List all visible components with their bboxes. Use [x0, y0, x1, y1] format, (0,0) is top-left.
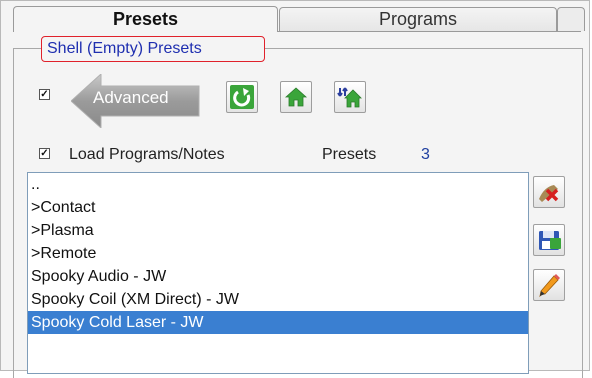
group-title-text: Shell (Empty) Presets [47, 40, 202, 57]
list-item[interactable]: Spooky Cold Laser - JW [28, 311, 528, 334]
tab-presets[interactable]: Presets [13, 6, 278, 32]
home-sync-icon [337, 87, 362, 108]
presets-panel: Presets Programs Shell (Empty) Presets ✓… [0, 0, 590, 378]
list-item[interactable]: Spooky Audio - JW [28, 265, 528, 288]
advanced-checkbox[interactable]: ✓ [39, 89, 50, 100]
tab-overflow[interactable] [557, 7, 585, 31]
advanced-label: Advanced [93, 88, 169, 107]
tab-programs-label: Programs [378, 9, 458, 29]
presets-count-value: 3 [421, 146, 430, 163]
preset-list[interactable]: .. >Contact >Plasma >Remote Spooky Audio - J… [27, 172, 529, 374]
list-item[interactable]: >Remote [28, 242, 528, 265]
load-programs-checkbox[interactable]: ✓ [39, 148, 50, 159]
presets-count-label: Presets [322, 146, 377, 163]
delete-preset-button[interactable] [533, 176, 565, 208]
list-item[interactable]: Spooky Coil (XM Direct) - JW [28, 288, 528, 311]
list-item[interactable]: >Contact [28, 196, 528, 219]
save-preset-icon [539, 231, 561, 250]
home-icon [284, 87, 308, 107]
home-button[interactable] [280, 81, 312, 113]
edit-preset-icon [539, 274, 560, 298]
tab-programs[interactable]: Programs [279, 7, 557, 31]
group-title: Shell (Empty) Presets [41, 36, 265, 62]
list-item[interactable]: >Plasma [28, 219, 528, 242]
edit-preset-button[interactable] [533, 269, 565, 301]
home-sync-button[interactable] [334, 81, 366, 113]
tab-presets-label: Presets [112, 9, 179, 29]
refresh-button[interactable] [226, 81, 258, 113]
load-programs-label: Load Programs/Notes [69, 146, 225, 163]
save-preset-button[interactable] [533, 224, 565, 256]
list-item[interactable]: .. [28, 173, 528, 196]
delete-preset-icon [539, 185, 559, 202]
refresh-icon [230, 85, 254, 109]
